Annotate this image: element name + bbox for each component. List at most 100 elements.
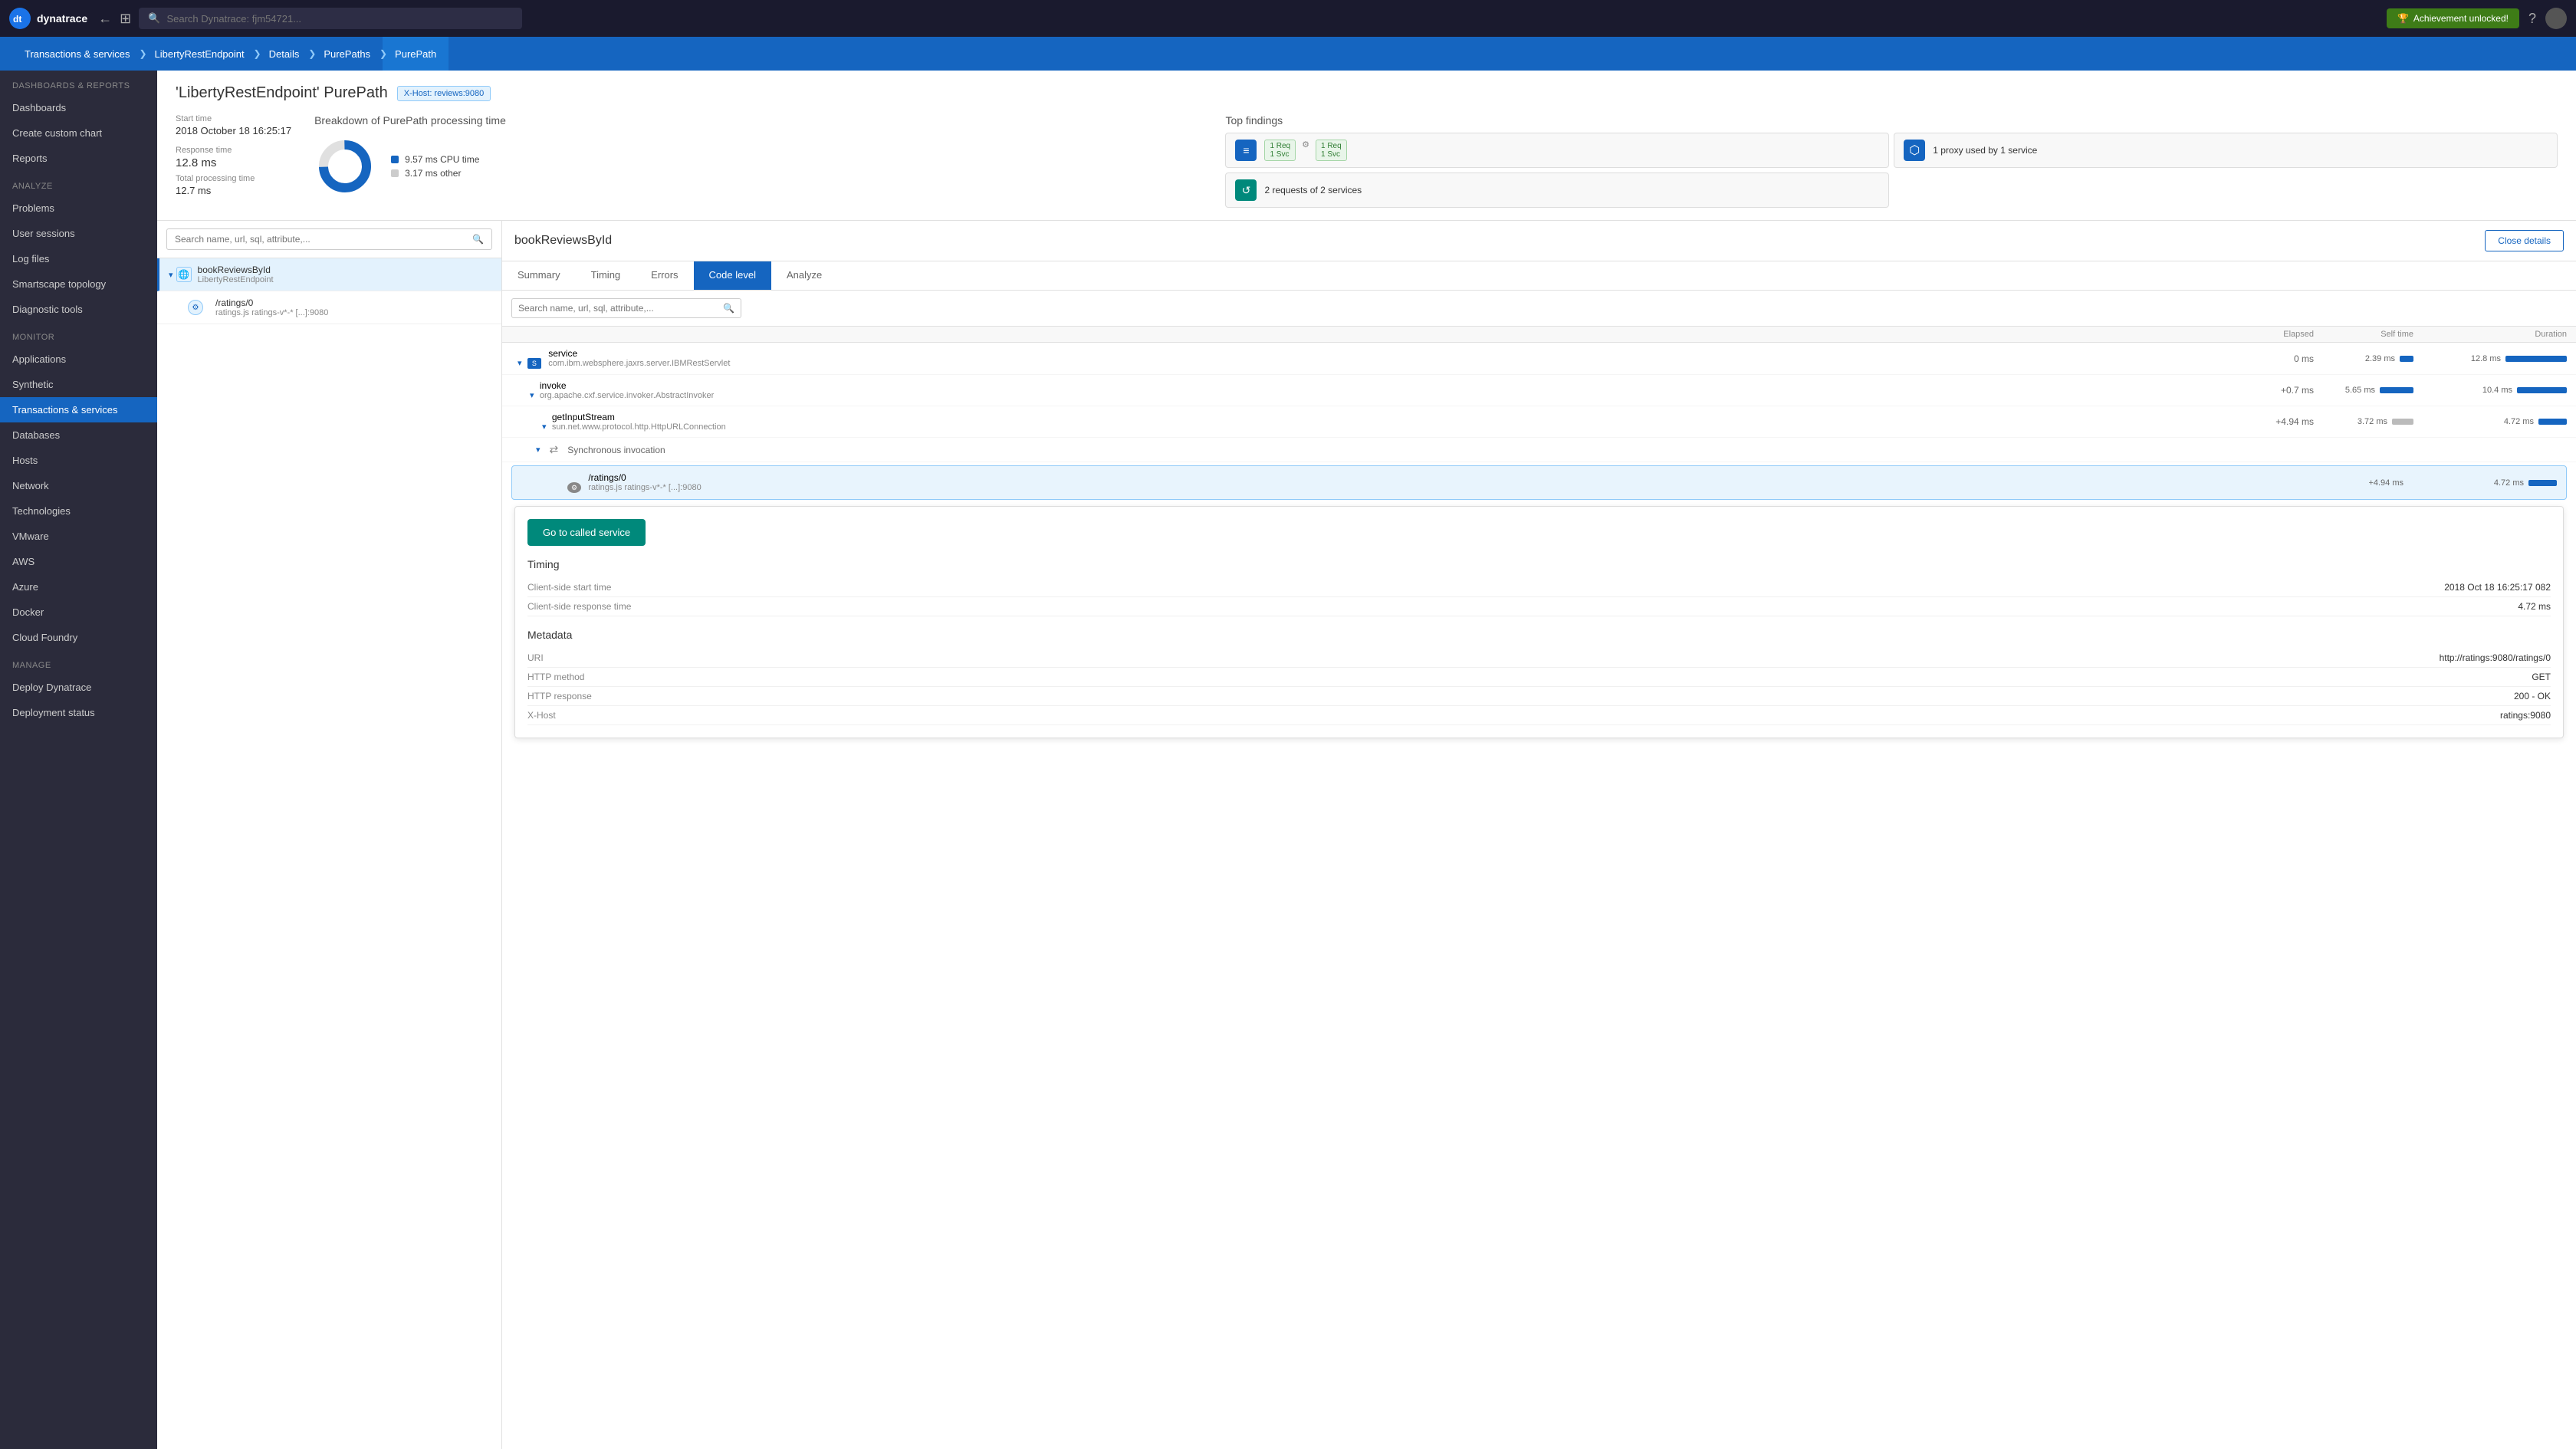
breadcrumb-transactions-services[interactable]: Transactions & services	[12, 37, 143, 71]
sidebar-item-smartscape[interactable]: Smartscape topology	[0, 271, 157, 297]
code-search-input[interactable]	[518, 303, 718, 314]
getinputstream-text: getInputStream sun.net.www.protocol.http…	[552, 412, 726, 432]
sidebar-item-problems[interactable]: Problems	[0, 196, 157, 221]
invoke-selftime: 5.65 ms	[2314, 386, 2413, 395]
host-badge: X-Host: reviews:9080	[397, 86, 491, 101]
expand-icon-invoke[interactable]: ▾	[530, 391, 534, 400]
expand-icon-getinputstream[interactable]: ▾	[542, 422, 547, 432]
finding-icon-requests: ↺	[1235, 179, 1257, 201]
code-row-getinputstream[interactable]: ▾ getInputStream sun.net.www.protocol.ht…	[502, 406, 2576, 438]
sidebar-item-user-sessions[interactable]: User sessions	[0, 221, 157, 246]
dynatrace-logo-icon: dt	[9, 8, 31, 29]
col-header-selftime: Self time	[2314, 330, 2413, 339]
code-table-header: Elapsed Self time Duration	[502, 327, 2576, 343]
detail-panel: bookReviewsById Close details Summary Ti…	[502, 221, 2576, 1449]
sidebar-item-vmware[interactable]: VMware	[0, 524, 157, 549]
sync-expand-icon[interactable]: ▾	[536, 445, 540, 455]
metadata-section: Metadata URI http://ratings:9080/ratings…	[527, 629, 2551, 725]
achievement-badge: 🏆 Achievement unlocked!	[2387, 8, 2519, 28]
sidebar-item-databases[interactable]: Databases	[0, 422, 157, 448]
tab-timing[interactable]: Timing	[576, 261, 636, 290]
split-panel: 🔍 ▾ 🌐 bookReviewsById LibertyRestEndpoin…	[157, 221, 2576, 1449]
breadcrumb: Transactions & services LibertyRestEndpo…	[0, 37, 2576, 71]
invoke-name: invoke	[540, 380, 714, 391]
tab-errors[interactable]: Errors	[636, 261, 693, 290]
achievement-text: Achievement unlocked!	[2413, 13, 2509, 24]
breakdown-block: Breakdown of PurePath processing time	[314, 114, 1202, 197]
getinputstream-duration: 4.72 ms	[2413, 417, 2567, 426]
finding-card-req1[interactable]: ≡ 1 Req1 Svc ⚙ 1 Req1 Svc	[1225, 133, 1889, 168]
sidebar: Dashboards & reports Dashboards Create c…	[0, 71, 157, 1449]
tree-item-ratings[interactable]: ⚙ /ratings/0 ratings.js ratings-v*-* [..…	[157, 291, 501, 324]
sidebar-item-dashboards[interactable]: Dashboards	[0, 95, 157, 120]
sidebar-item-transactions[interactable]: Transactions & services	[0, 397, 157, 422]
search-input[interactable]	[166, 13, 513, 25]
client-response-value: 4.72 ms	[2518, 601, 2551, 612]
sidebar-item-reports[interactable]: Reports	[0, 146, 157, 171]
sidebar-item-create-custom-chart[interactable]: Create custom chart	[0, 120, 157, 146]
back-button[interactable]: ←	[98, 11, 112, 27]
sidebar-item-diagnostic[interactable]: Diagnostic tools	[0, 297, 157, 322]
breadcrumb-liberty[interactable]: LibertyRestEndpoint	[143, 37, 257, 71]
tab-analyze[interactable]: Analyze	[771, 261, 837, 290]
tree-item-name-bookreviews: bookReviewsById	[198, 264, 274, 275]
user-avatar[interactable]	[2545, 8, 2567, 29]
app-logo[interactable]: dt dynatrace	[9, 8, 87, 29]
legend-cpu-label: 9.57 ms CPU time	[405, 154, 479, 165]
top-navigation: dt dynatrace ← ⊞ 🔍 🏆 Achievement unlocke…	[0, 0, 2576, 37]
timing-section-title: Timing	[527, 558, 2551, 570]
sidebar-item-azure[interactable]: Azure	[0, 574, 157, 600]
finding-card-proxy[interactable]: ⬡ 1 proxy used by 1 service	[1894, 133, 2558, 168]
code-row-service[interactable]: ▾ S service com.ibm.websphere.jaxrs.serv…	[502, 343, 2576, 375]
service-row-highlight[interactable]: ⚙ /ratings/0 ratings.js ratings-v*-* [..…	[511, 465, 2567, 500]
sidebar-item-applications[interactable]: Applications	[0, 347, 157, 372]
sidebar-section-analyze: Analyze Problems User sessions Log files…	[0, 171, 157, 322]
sidebar-item-synthetic[interactable]: Synthetic	[0, 372, 157, 397]
service-selftime-val: 2.39 ms	[2364, 354, 2395, 363]
code-row-invoke[interactable]: ▾ invoke org.apache.cxf.service.invoker.…	[502, 375, 2576, 406]
sidebar-item-docker[interactable]: Docker	[0, 600, 157, 625]
search-bar[interactable]: 🔍	[139, 8, 522, 29]
http-method-value: GET	[2532, 672, 2551, 682]
sidebar-item-deploy[interactable]: Deploy Dynatrace	[0, 675, 157, 700]
help-icon[interactable]: ?	[2528, 11, 2536, 27]
tree-expand-icon[interactable]: ▾	[169, 270, 173, 280]
logo-text: dynatrace	[37, 12, 87, 25]
close-details-button[interactable]: Close details	[2485, 230, 2564, 251]
donut-chart	[314, 136, 376, 197]
service-duration: 12.8 ms	[2413, 354, 2567, 363]
invoke-class: org.apache.cxf.service.invoker.AbstractI…	[540, 391, 714, 400]
findings-grid: ≡ 1 Req1 Svc ⚙ 1 Req1 Svc ⬡	[1225, 133, 2558, 208]
sync-invocation-row: ▾ ⇄ Synchronous invocation	[502, 438, 2576, 462]
client-start-value: 2018 Oct 18 16:25:17 082	[2444, 582, 2551, 593]
expand-icon-service[interactable]: ▾	[518, 359, 522, 368]
sidebar-item-log-files[interactable]: Log files	[0, 246, 157, 271]
tab-summary[interactable]: Summary	[502, 261, 576, 290]
sidebar-item-deployment-status[interactable]: Deployment status	[0, 700, 157, 725]
getinputstream-class: sun.net.www.protocol.http.HttpURLConnect…	[552, 422, 726, 432]
page-header: 'LibertyRestEndpoint' PurePath X-Host: r…	[157, 71, 2576, 221]
tab-code-level[interactable]: Code level	[694, 261, 771, 290]
tree-item-bookreviews[interactable]: ▾ 🌐 bookReviewsById LibertyRestEndpoint	[157, 258, 501, 291]
sidebar-item-cloud-foundry[interactable]: Cloud Foundry	[0, 625, 157, 650]
page-title: 'LibertyRestEndpoint' PurePath	[176, 84, 388, 102]
sidebar-item-network[interactable]: Network	[0, 473, 157, 498]
http-response-label: HTTP response	[527, 691, 592, 702]
code-row-name-service: ▾ S service com.ibm.websphere.jaxrs.serv…	[518, 348, 2237, 369]
tree-icon-service: ⚙	[188, 300, 203, 315]
go-to-called-service-button[interactable]: Go to called service	[527, 519, 646, 546]
http-response-value: 200 - OK	[2514, 691, 2551, 702]
sidebar-item-hosts[interactable]: Hosts	[0, 448, 157, 473]
breadcrumb-details[interactable]: Details	[257, 37, 312, 71]
sidebar-section-dashboards: Dashboards & reports Dashboards Create c…	[0, 71, 157, 171]
detail-title: bookReviewsById	[514, 234, 612, 248]
sidebar-item-aws[interactable]: AWS	[0, 549, 157, 574]
grid-icon[interactable]: ⊞	[120, 11, 131, 27]
tree-search-input[interactable]	[175, 234, 468, 245]
breadcrumb-purepaths[interactable]: PurePaths	[311, 37, 383, 71]
service-text: service com.ibm.websphere.jaxrs.server.I…	[548, 348, 730, 368]
sidebar-item-technologies[interactable]: Technologies	[0, 498, 157, 524]
service-selftime: 2.39 ms	[2314, 354, 2413, 363]
breadcrumb-purepath[interactable]: PurePath	[383, 37, 449, 71]
finding-card-requests[interactable]: ↺ 2 requests of 2 services	[1225, 172, 1889, 208]
